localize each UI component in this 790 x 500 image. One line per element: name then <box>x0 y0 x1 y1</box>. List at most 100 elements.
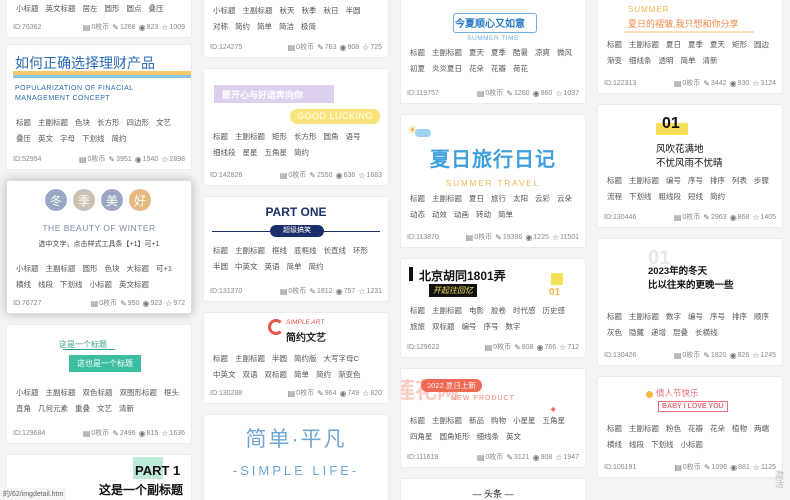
tag[interactable]: 色块 <box>102 263 123 275</box>
tag[interactable]: 小标题 <box>13 387 42 399</box>
tag[interactable]: 植物 <box>729 423 750 435</box>
tag[interactable]: 炎炎夏日 <box>429 63 465 75</box>
tag[interactable]: 标题 <box>407 305 428 317</box>
tag[interactable]: 长方形 <box>94 117 123 129</box>
tag[interactable]: 可+1 <box>153 263 175 275</box>
tag[interactable]: 电影 <box>466 305 487 317</box>
card-thumbnail[interactable]: 北京胡同1801弄 开起往回忆 01 <box>401 259 585 305</box>
tag[interactable]: 下划线 <box>57 279 86 291</box>
tag[interactable]: 花瓣 <box>685 423 706 435</box>
tag[interactable]: 主副标题 <box>429 305 465 317</box>
tag[interactable]: 标题 <box>604 311 625 323</box>
card-thumbnail[interactable]: 冬 季 美 好 THE BEAUTY OF WINTER 选中文字，点击样式工具… <box>7 181 191 259</box>
template-card[interactable]: 北京胡同1801弄 开起往回忆 01 标题 主副标题 电影 胶卷 时代感 历史感旅旅 双标题… <box>400 258 586 358</box>
tag[interactable]: 标题 <box>604 175 625 187</box>
tag[interactable]: 顺序 <box>751 311 772 323</box>
tag[interactable]: 旅旅 <box>407 321 428 333</box>
tag[interactable]: 灰色 <box>604 327 625 339</box>
template-card[interactable]: SIMPLE ART 简约文艺 标题 主副标题 半圆 简约版 大写字母C 中英文 双语 双标题… <box>203 312 389 404</box>
card-thumbnail[interactable]: — 头条 — <box>401 479 585 500</box>
tag[interactable]: 底框线 <box>291 245 320 257</box>
tag[interactable]: 序号 <box>481 321 502 333</box>
tag[interactable]: 主副标题 <box>429 193 465 205</box>
template-card[interactable]: 今夏顺心又如意 SUMMER TIME 标题 主副标题 夏天 夏季 酷暑 凉爽 微风初夏 炎炎… <box>400 0 586 104</box>
card-thumbnail[interactable]: 简单·平凡 -SIMPLE LIFE- <box>204 415 388 500</box>
template-card[interactable]: 小标题 英文标题 居左 圆形 圆点 叠压 ID:76362 ▤ 0枚币 ✎ 1268 ◉ 823… <box>6 0 192 38</box>
tag[interactable]: 简单 <box>254 21 275 33</box>
tag[interactable]: 线段 <box>626 439 647 451</box>
tag[interactable]: 大标题 <box>124 263 153 275</box>
tag[interactable]: 重叠 <box>72 403 93 415</box>
tag[interactable]: 云彩 <box>532 193 553 205</box>
tag[interactable]: 简约 <box>707 191 728 203</box>
tag[interactable]: 主副标题 <box>429 415 465 427</box>
tag[interactable]: 极简 <box>298 21 319 33</box>
tag[interactable]: 简单 <box>678 55 699 67</box>
tag[interactable]: 荷花 <box>510 63 531 75</box>
template-card[interactable]: 如何正确选择理财产品 POPULARIZATION OF FINACIAL MA… <box>6 44 192 170</box>
tag[interactable]: 横线 <box>604 439 625 451</box>
tag[interactable]: 下划线 <box>79 133 108 145</box>
tag[interactable]: 秋天 <box>277 5 298 17</box>
tag[interactable]: 框头 <box>161 387 182 399</box>
tag[interactable]: 简洁 <box>276 21 297 33</box>
tag[interactable]: 酷暑 <box>510 47 531 59</box>
tag[interactable]: 历史感 <box>540 305 569 317</box>
tag[interactable]: 简单 <box>291 369 312 381</box>
tag[interactable]: 双标题 <box>429 321 458 333</box>
tag[interactable]: 环形 <box>350 245 371 257</box>
tag[interactable]: 转动 <box>473 209 494 221</box>
tag[interactable]: 小标题 <box>678 439 707 451</box>
card-thumbnail[interactable]: 这是一个标题 这也是一个标题 <box>7 325 191 387</box>
tag[interactable]: 两端 <box>751 423 772 435</box>
tag[interactable]: 主副标题 <box>43 263 79 275</box>
tag[interactable]: 层叠 <box>670 327 691 339</box>
template-card[interactable]: PART ONE 超级搞笑 标题 主副标题 框线 底框线 长直线 环形半圆 中英文 英语 简单简… <box>203 196 389 302</box>
tag[interactable]: 流程 <box>604 191 625 203</box>
tag[interactable]: 英文标题 <box>116 279 152 291</box>
tag[interactable]: 夏季 <box>488 47 509 59</box>
template-card[interactable]: SUMMER 夏日的褶皱,我只想和你分享 标题 主副标题 夏日 夏季 夏天 矩形 圆边渐变细… <box>597 0 783 94</box>
tag[interactable]: 简约 <box>109 133 130 145</box>
tag[interactable]: 主副标题 <box>626 175 662 187</box>
tag[interactable]: 双色标题 <box>80 387 116 399</box>
tag[interactable]: 夏日 <box>466 193 487 205</box>
tag[interactable]: 双图形标题 <box>117 387 161 399</box>
tag[interactable]: 标题 <box>407 47 428 59</box>
tag[interactable]: 标题 <box>210 245 231 257</box>
tag[interactable]: 渐变色 <box>335 369 364 381</box>
tag[interactable]: 语号 <box>343 131 364 143</box>
tag[interactable]: 圆形 <box>102 3 123 15</box>
tag[interactable]: 对称 <box>210 21 231 33</box>
tag[interactable]: 购物 <box>488 415 509 427</box>
tag[interactable]: 细线条 <box>474 431 503 443</box>
card-thumbnail[interactable]: 2022.夏日上新 NEW PRODUCT ✦ 莲花网 <box>401 369 585 415</box>
tag[interactable]: 小标题 <box>210 5 239 17</box>
tag[interactable]: 长直线 <box>321 245 350 257</box>
tag[interactable]: 圆边 <box>751 39 772 51</box>
tag[interactable]: 中英文 <box>232 261 261 273</box>
tag[interactable]: 细线段 <box>210 147 239 159</box>
tag[interactable]: 标题 <box>604 39 625 51</box>
tag[interactable]: 递增 <box>648 327 669 339</box>
card-thumbnail[interactable]: PART ONE 超级搞笑 <box>204 197 388 245</box>
tag[interactable]: 下划线 <box>648 439 677 451</box>
tag[interactable]: 标题 <box>604 423 625 435</box>
tag[interactable]: 矩形 <box>269 131 290 143</box>
card-thumbnail[interactable]: SUMMER 夏日的褶皱,我只想和你分享 <box>598 0 782 39</box>
tag[interactable]: 步骤 <box>751 175 772 187</box>
tag[interactable]: 清新 <box>700 55 721 67</box>
tag[interactable]: 叠压 <box>13 133 34 145</box>
card-thumbnail[interactable]: 01 2023年的冬天 比以往来的更晚一些 <box>598 239 782 311</box>
tag[interactable]: 居左 <box>80 3 101 15</box>
tag[interactable]: 短线 <box>685 191 706 203</box>
tag[interactable]: 序号 <box>707 311 728 323</box>
template-card[interactable]: 01 2023年的冬天 比以往来的更晚一些 标题 主副标题 数字 编号 序号 排序 顺序灰色… <box>597 238 783 366</box>
tag[interactable]: 新品 <box>466 415 487 427</box>
tag[interactable]: 小标题 <box>13 3 42 15</box>
tag[interactable]: 太阳 <box>510 193 531 205</box>
tag[interactable]: 圆角 <box>321 131 342 143</box>
tag[interactable]: 圆角矩形 <box>437 431 473 443</box>
tag[interactable]: 色块 <box>72 117 93 129</box>
card-thumbnail[interactable]: 愿开心与好运奔向你 GOOD LUCKING <box>204 69 388 131</box>
